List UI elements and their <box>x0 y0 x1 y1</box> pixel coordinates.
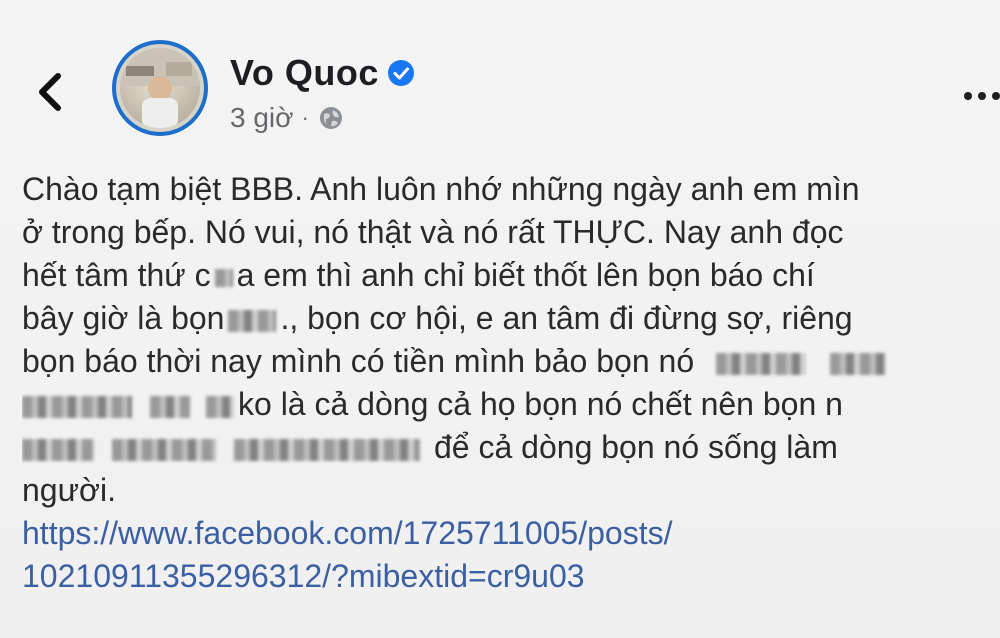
post-timestamp[interactable]: 3 giờ <box>230 102 294 134</box>
post-line: bây giờ là bọn ., bọn cơ hội, e an tâm đi… <box>22 297 1000 340</box>
more-options-button[interactable] <box>952 76 1000 116</box>
post-text-segment: hết tâm thứ c <box>22 257 211 293</box>
avatar-photo <box>120 48 200 128</box>
avatar[interactable] <box>112 40 208 136</box>
censored-blur <box>150 395 190 418</box>
verified-badge-icon <box>387 60 414 86</box>
more-options-icon <box>964 92 1000 100</box>
censored-blur <box>22 438 94 461</box>
post-link[interactable]: https://www.facebook.com/1725711005/post… <box>22 512 1000 598</box>
post-text-segment: a em thì anh chỉ biết thốt lên bọn báo c… <box>236 257 815 293</box>
post-line: hết tâm thứ c a em thì anh chỉ biết thốt … <box>22 254 1000 297</box>
censored-blur <box>228 309 277 332</box>
post-meta: 3 giờ · <box>230 102 345 134</box>
avatar-image <box>120 48 200 128</box>
author-row: Vo Quoc <box>230 52 415 94</box>
globe-icon[interactable] <box>317 104 345 132</box>
post-line: để cả dòng bọn nó sống làm <box>22 426 1000 469</box>
chevron-left-icon <box>39 73 61 111</box>
author-name[interactable]: Vo Quoc <box>230 52 379 94</box>
post-line: ở trong bếp. Nó vui, nó thật và nó rất T… <box>22 214 844 250</box>
meta-separator: · <box>301 105 309 130</box>
censored-blur <box>112 438 216 461</box>
censored-blur <box>716 352 807 375</box>
post-text-segment: ko là cả dòng cả họ bọn nó chết nên bọn … <box>238 386 843 422</box>
post-text-segment: ., bọn cơ hội, e an tâm đi đừng sợ, riên… <box>280 300 853 336</box>
censored-blur <box>206 395 234 418</box>
post-text-segment: để cả dòng bọn nó sống làm <box>434 429 838 465</box>
post-line: người. <box>22 472 116 508</box>
post-screenshot: Vo Quoc 3 giờ · Chào tạm biệt BBB. Anh l… <box>0 0 1000 638</box>
post-line: ko là cả dòng cả họ bọn nó chết nên bọn … <box>22 383 1000 426</box>
post-line: Chào tạm biệt BBB. Anh luôn nhớ những ng… <box>22 171 860 207</box>
censored-blur <box>22 395 132 418</box>
back-button[interactable] <box>30 68 70 116</box>
link-text: https://www.facebook.com/1725711005/post… <box>22 515 673 551</box>
post-text-segment: bọn báo thời nay mình có tiền mình bảo b… <box>22 343 695 379</box>
censored-blur <box>234 438 420 461</box>
censored-blur <box>214 268 233 287</box>
censored-blur <box>830 352 887 375</box>
link-text: 1021091135529631​2/?mibextid=cr9u03 <box>22 558 585 594</box>
post-text-segment: bây giờ là bọn <box>22 300 225 336</box>
post-line: bọn báo thời nay mình có tiền mình bảo b… <box>22 340 1000 383</box>
post-text: Chào tạm biệt BBB. Anh luôn nhớ những ng… <box>22 168 1000 598</box>
